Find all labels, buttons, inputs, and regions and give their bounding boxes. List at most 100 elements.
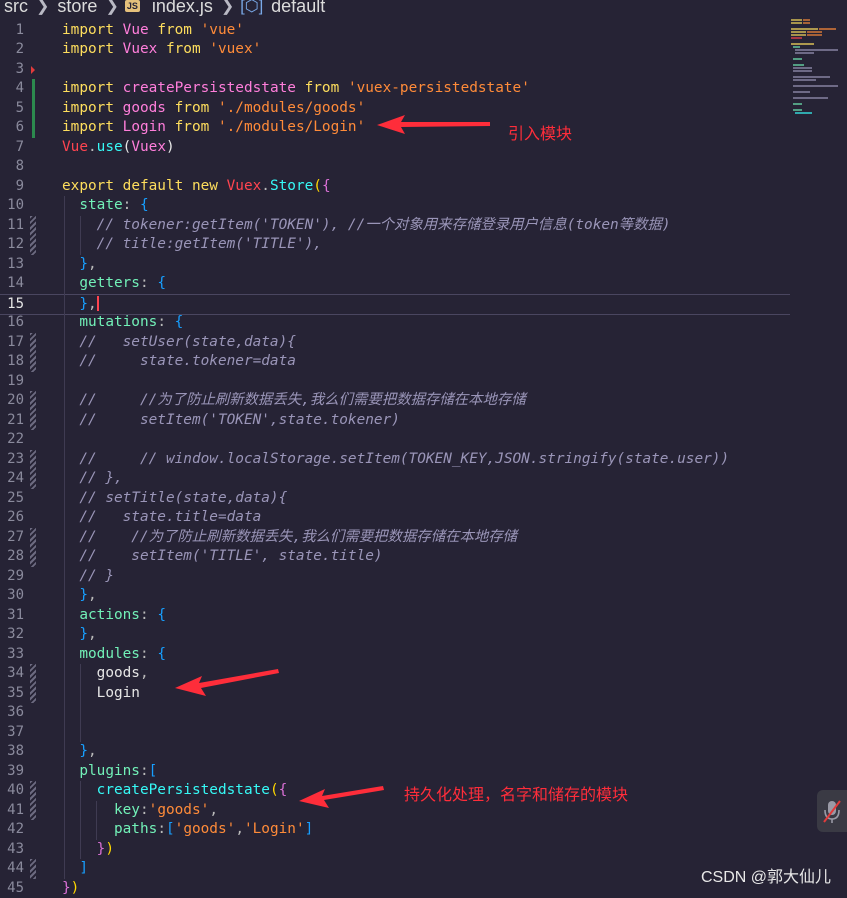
code-line[interactable]: 30 }, xyxy=(0,586,790,606)
code-line[interactable]: 19 xyxy=(0,372,790,392)
code-line[interactable]: 14 getters: { xyxy=(0,274,790,294)
code-line[interactable]: 25 // setTitle(state,data){ xyxy=(0,489,790,509)
code-text: }, xyxy=(62,295,99,315)
code-line[interactable]: 38 }, xyxy=(0,742,790,762)
code-line[interactable]: 34 goods, xyxy=(0,664,790,684)
code-line[interactable]: 29 // } xyxy=(0,567,790,587)
code-text: goods, xyxy=(62,664,149,684)
code-line[interactable]: 17 // setUser(state,data){ xyxy=(0,333,790,353)
code-line[interactable]: 22 xyxy=(0,430,790,450)
breadcrumb-src[interactable]: src xyxy=(0,0,32,17)
code-token: : xyxy=(123,197,140,213)
code-token: , xyxy=(88,743,97,759)
line-number: 45 xyxy=(0,879,24,898)
code-line[interactable]: 26 // state.title=data xyxy=(0,508,790,528)
code-line[interactable]: 12 // title:getItem('TITLE'), xyxy=(0,235,790,255)
indent-guide xyxy=(96,801,97,840)
microphone-button[interactable] xyxy=(817,790,847,832)
code-token: // //为了防止刷新数据丢失,我么们需要把数据存储在本地存储 xyxy=(62,392,526,408)
line-number: 34 xyxy=(0,664,24,684)
code-line[interactable]: 21 // setItem('TOKEN',state.tokener) xyxy=(0,411,790,431)
chevron-right-icon: ❯ xyxy=(101,0,122,16)
code-line[interactable]: 39 plugins:[ xyxy=(0,762,790,782)
code-line[interactable]: 20 // //为了防止刷新数据丢失,我么们需要把数据存储在本地存储 xyxy=(0,391,790,411)
code-line[interactable]: 9export default new Vuex.Store({ xyxy=(0,177,790,197)
git-modified-marker xyxy=(30,859,36,879)
code-line[interactable]: 10 state: { xyxy=(0,196,790,216)
code-line[interactable]: 31 actions: { xyxy=(0,606,790,626)
code-token: 'Login' xyxy=(244,821,305,837)
minimap[interactable] xyxy=(788,16,840,116)
code-token: // //为了防止刷新数据丢失,我么们需要把数据存储在本地存储 xyxy=(62,529,517,545)
code-text: }, xyxy=(62,742,97,762)
code-line[interactable]: 4import createPersistedstate from 'vuex-… xyxy=(0,79,790,99)
code-text: }, xyxy=(62,255,97,275)
line-number: 37 xyxy=(0,723,24,743)
code-line[interactable]: 37 xyxy=(0,723,790,743)
code-text: // setItem('TITLE', state.title) xyxy=(62,547,383,567)
line-number: 30 xyxy=(0,586,24,606)
code-line[interactable]: 40 createPersistedstate({ xyxy=(0,781,790,801)
code-text: // setItem('TOKEN',state.tokener) xyxy=(62,411,400,431)
line-number: 7 xyxy=(0,138,24,158)
code-text: // }, xyxy=(62,469,123,489)
code-text: // title:getItem('TITLE'), xyxy=(62,235,322,255)
code-token: import xyxy=(62,119,123,135)
breadcrumb-file[interactable]: index.js xyxy=(148,0,217,17)
code-line[interactable]: 2import Vuex from 'vuex' xyxy=(0,40,790,60)
code-line[interactable]: 32 }, xyxy=(0,625,790,645)
breadcrumb-symbol[interactable]: default xyxy=(267,0,329,17)
breadcrumb-store[interactable]: store xyxy=(53,0,101,17)
code-line[interactable]: 8 xyxy=(0,157,790,177)
code-text: // } xyxy=(62,567,114,587)
code-text: import createPersistedstate from 'vuex-p… xyxy=(62,79,530,99)
line-number: 44 xyxy=(0,859,24,879)
code-line[interactable]: 11 // tokener:getItem('TOKEN'), //一个对象用来… xyxy=(0,216,790,236)
code-token: goods xyxy=(123,100,175,116)
code-line[interactable]: 16 mutations: { xyxy=(0,313,790,333)
code-line[interactable]: 27 // //为了防止刷新数据丢失,我么们需要把数据存储在本地存储 xyxy=(0,528,790,548)
code-token: import xyxy=(62,80,123,96)
code-line[interactable]: 33 modules: { xyxy=(0,645,790,665)
arrow-modules-annotation xyxy=(172,668,282,698)
line-number: 40 xyxy=(0,781,24,801)
line-number: 20 xyxy=(0,391,24,411)
arrow-plugins-annotation xyxy=(297,784,387,810)
code-line[interactable]: 1import Vue from 'vue' xyxy=(0,21,790,41)
code-line[interactable]: 23 // // window.localStorage.setItem(TOK… xyxy=(0,450,790,470)
code-line[interactable]: 44 ] xyxy=(0,859,790,879)
code-token: // state.title=data xyxy=(62,509,261,525)
code-line[interactable]: 7Vue.use(Vuex) xyxy=(0,138,790,158)
line-number: 28 xyxy=(0,547,24,567)
code-token: : xyxy=(140,607,157,623)
code-token: default xyxy=(123,178,192,194)
code-token: goods xyxy=(62,665,140,681)
code-line[interactable]: 35 Login xyxy=(0,684,790,704)
code-text: createPersistedstate({ xyxy=(62,781,287,801)
line-number: 14 xyxy=(0,274,24,294)
code-line[interactable]: 36 xyxy=(0,703,790,723)
code-token: // } xyxy=(62,568,114,584)
line-number: 3 xyxy=(0,60,24,80)
line-number: 21 xyxy=(0,411,24,431)
code-line[interactable]: 13 }, xyxy=(0,255,790,275)
code-line[interactable]: 45}) xyxy=(0,879,790,898)
git-modified-marker xyxy=(30,450,36,489)
code-line[interactable]: 18 // state.tokener=data xyxy=(0,352,790,372)
code-token: import xyxy=(62,41,123,57)
code-line[interactable]: 43 }) xyxy=(0,840,790,860)
line-number: 38 xyxy=(0,742,24,762)
code-line[interactable]: 3 xyxy=(0,60,790,80)
code-token: , xyxy=(209,802,218,818)
code-token: { xyxy=(175,314,184,330)
indent-guide xyxy=(80,781,81,859)
code-token: from xyxy=(175,100,218,116)
code-line[interactable]: 28 // setItem('TITLE', state.title) xyxy=(0,547,790,567)
code-line[interactable]: 15 }, xyxy=(0,294,790,316)
code-line[interactable]: 24 // }, xyxy=(0,469,790,489)
code-line[interactable]: 42 paths:['goods','Login'] xyxy=(0,820,790,840)
git-added-marker xyxy=(32,79,35,138)
code-token: . xyxy=(88,139,97,155)
code-token: import xyxy=(62,22,123,38)
code-line[interactable]: 41 key:'goods', xyxy=(0,801,790,821)
